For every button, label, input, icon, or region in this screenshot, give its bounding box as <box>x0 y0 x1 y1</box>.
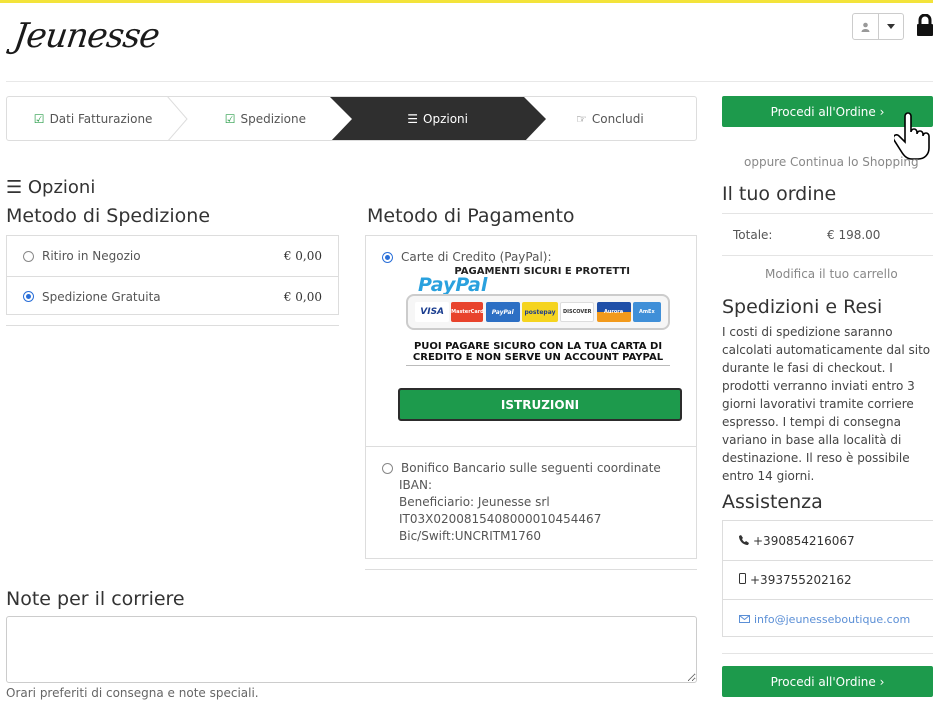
paypal-card-logo: PayPal <box>485 302 520 322</box>
step-label: Spedizione <box>240 111 307 126</box>
shipping-option-label: Spedizione Gratuita <box>42 289 161 304</box>
order-heading: Il tuo ordine <box>722 183 837 205</box>
divider <box>6 325 339 326</box>
top-accent-bar <box>0 0 933 3</box>
step-opzioni[interactable]: ☰ Opzioni <box>329 97 547 140</box>
check-square-icon: ☑ <box>33 111 45 126</box>
divider <box>722 213 933 214</box>
step-spedizione[interactable]: ☑ Spedizione <box>179 97 351 140</box>
paypal-logo: PayPal <box>418 274 487 296</box>
lock-icon[interactable] <box>917 13 933 36</box>
iban-value: IT03X0200815408000010454467 <box>399 512 602 526</box>
phone-icon <box>739 534 749 548</box>
user-menu-button[interactable] <box>852 13 904 40</box>
hand-point-right-icon: ☞ <box>576 111 587 126</box>
paypal-logo-text: PayPal <box>418 274 488 296</box>
aurora-logo: Aurora <box>596 302 631 322</box>
courier-notes-heading: Note per il corriere <box>6 588 185 610</box>
payment-option-label: Carte di Credito (PayPal): <box>401 250 552 264</box>
shipping-returns-text: I costi di spedizione saranno calcolati … <box>722 325 931 483</box>
list-icon: ☰ <box>6 177 28 198</box>
divider <box>366 446 696 447</box>
total-label: Totale: <box>733 228 773 242</box>
edit-cart-link[interactable]: Modifica il tuo carrello <box>765 267 898 281</box>
assistance-heading: Assistenza <box>722 491 823 513</box>
list-icon: ☰ <box>407 111 419 126</box>
mobile-item[interactable]: +393755202162 <box>723 560 933 599</box>
assistance-list: +390854216067 +393755202162 info@jeuness… <box>722 520 933 637</box>
step-label: Opzioni <box>423 111 468 126</box>
proceed-to-order-button-bottom[interactable]: Procedi all'Ordine › <box>722 666 933 697</box>
courier-notes-help: Orari preferiti di consegna e note speci… <box>6 686 259 700</box>
shipping-option-label: Ritiro in Negozio <box>42 249 141 263</box>
iban-label: IBAN: <box>399 478 432 492</box>
beneficiary: Beneficiario: Jeunesse srl <box>399 495 550 509</box>
paypal-message: PUOI PAGARE SICURO CON LA TUA CARTA DI C… <box>406 341 670 366</box>
step-dati-fatturazione[interactable]: ☑ Dati Fatturazione <box>7 97 188 140</box>
payment-methods-list: Carte di Credito (PayPal): PAGAMENTI SIC… <box>365 235 697 559</box>
shipping-methods-list: Ritiro in Negozio € 0,00 Spedizione Grat… <box>6 235 339 315</box>
user-icon <box>853 14 878 39</box>
email-address: info@jeunesseboutique.com <box>754 612 911 626</box>
bank-transfer-title: Bonifico Bancario sulle seguenti coordin… <box>382 460 661 477</box>
bank-transfer-label: Bonifico Bancario sulle seguenti coordin… <box>401 461 661 475</box>
shipping-method-heading: Metodo di Spedizione <box>6 205 211 227</box>
caret-down-icon <box>877 14 904 39</box>
header-divider <box>6 81 933 82</box>
payment-option-bank-transfer[interactable]: Bonifico Bancario sulle seguenti coordin… <box>382 460 661 545</box>
paypal-message-line: CREDITO E NON SERVE UN ACCOUNT PAYPAL <box>412 352 664 363</box>
shipping-option-price: € 0,00 <box>283 289 322 304</box>
email-item[interactable]: info@jeunesseboutique.com <box>723 599 933 638</box>
continue-shopping-link[interactable]: oppure Continua lo Shopping <box>744 155 919 169</box>
divider <box>722 653 933 654</box>
step-concludi[interactable]: ☞ Concludi <box>524 97 696 140</box>
total-value: € 198.00 <box>827 228 881 242</box>
paypal-message-line: PUOI PAGARE SICURO CON LA TUA CARTA DI <box>413 341 663 352</box>
checkout-steps: ☑ Dati Fatturazione ☑ Spedizione ☰ Opzio… <box>6 96 697 141</box>
radio-button-selected[interactable] <box>382 251 393 263</box>
postepay-logo: postepay <box>521 302 558 322</box>
discover-logo: DISCOVER <box>560 302 595 322</box>
check-square-icon: ☑ <box>224 111 236 126</box>
paypal-banner-top: PAGAMENTI SICURI E PROTETTI <box>454 266 630 277</box>
radio-button-selected[interactable] <box>23 291 34 302</box>
phone-item[interactable]: +390854216067 <box>723 521 933 560</box>
instructions-button[interactable]: ISTRUZIONI <box>398 388 682 421</box>
card-logos: VISA MasterCard PayPal postepay DISCOVER… <box>406 294 670 330</box>
jeunesse-logo[interactable]: Jeunesse <box>11 16 161 56</box>
payment-method-heading: Metodo di Pagamento <box>367 205 575 227</box>
radio-button[interactable] <box>23 250 34 262</box>
step-label: Concludi <box>591 111 644 126</box>
amex-logo: AmEx <box>632 302 661 322</box>
options-heading: ☰ Opzioni <box>6 177 95 198</box>
mobile-icon <box>739 573 746 587</box>
shipping-option-gratuita[interactable]: Spedizione Gratuita € 0,00 <box>7 276 338 316</box>
divider <box>365 569 697 570</box>
courier-notes-textarea[interactable] <box>6 616 697 683</box>
step-label: Dati Fatturazione <box>49 111 153 126</box>
visa-logo: VISA <box>415 302 450 322</box>
mobile-number: +393755202162 <box>750 573 852 587</box>
phone-number: +390854216067 <box>753 533 855 548</box>
mastercard-logo: MasterCard <box>451 302 484 322</box>
logo-text: Jeunesse <box>11 16 162 56</box>
envelope-icon <box>739 613 750 626</box>
divider <box>722 255 933 256</box>
options-heading-text: Opzioni <box>27 177 96 198</box>
shipping-option-price: € 0,00 <box>283 249 322 263</box>
bic-swift: Bic/Swift:UNCRITM1760 <box>399 529 541 543</box>
radio-button[interactable] <box>382 463 393 474</box>
step-separator <box>167 97 188 140</box>
shipping-option-ritiro[interactable]: Ritiro in Negozio € 0,00 <box>7 236 338 276</box>
shipping-returns-heading: Spedizioni e Resi <box>722 296 883 318</box>
payment-option-paypal[interactable]: Carte di Credito (PayPal): <box>382 250 552 264</box>
